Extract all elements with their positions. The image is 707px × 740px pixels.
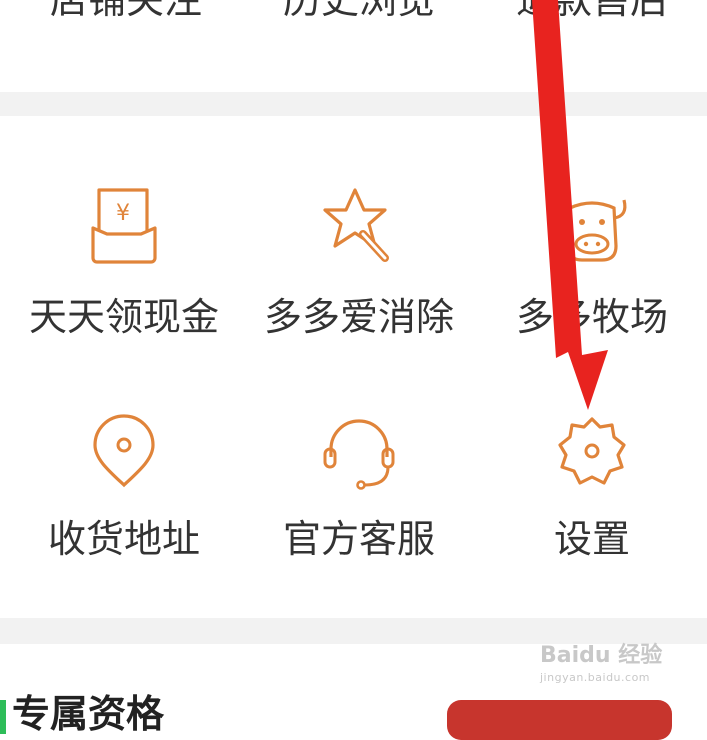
- grid-item-address[interactable]: 收货地址: [6, 391, 242, 581]
- grid-item-star-label: 多多爱消除: [263, 295, 454, 339]
- gear-icon: [558, 417, 626, 485]
- exclusive-title-text: 专属资格: [12, 692, 165, 736]
- location-pin-icon: [93, 414, 155, 488]
- refund-aftersale-item[interactable]: 退款售后: [474, 0, 707, 60]
- cow-icon: [557, 199, 627, 262]
- grid-item-cash[interactable]: ¥ 天天领现金: [6, 166, 242, 356]
- refund-aftersale-label: 退款售后: [515, 0, 668, 22]
- section-divider: [0, 92, 707, 116]
- title-accent-mark: [0, 699, 6, 734]
- history-browse-label: 历史浏览: [282, 0, 435, 22]
- watermark-brand: Baidu 经验: [540, 643, 663, 668]
- grid-item-address-label: 收货地址: [47, 517, 200, 561]
- grid-item-service-label: 官方客服: [282, 517, 435, 561]
- grid-item-service[interactable]: 官方客服: [241, 391, 477, 581]
- watermark-url: jingyan.baidu.com: [540, 671, 651, 684]
- headset-icon: [323, 419, 395, 490]
- exclusive-title: 专属资格: [0, 683, 164, 738]
- shop-follow-label: 店铺关注: [49, 0, 202, 22]
- exclusive-action-button[interactable]: [447, 700, 672, 740]
- history-browse-item[interactable]: 历史浏览: [241, 0, 477, 60]
- grid-item-settings-label: 设置: [553, 517, 630, 561]
- baidu-watermark: Baidu 经验 jingyan.baidu.com: [540, 637, 662, 684]
- grid-item-cash-label: 天天领现金: [28, 295, 219, 339]
- svg-text:¥: ¥: [116, 201, 130, 226]
- grid-item-settings[interactable]: 设置: [474, 391, 707, 581]
- grid-item-ranch[interactable]: 多多牧场: [474, 166, 707, 356]
- cash-icon: ¥: [91, 188, 157, 264]
- shop-follow-item[interactable]: 店铺关注: [8, 0, 244, 60]
- star-wand-icon: [323, 188, 389, 262]
- grid-item-ranch-label: 多多牧场: [515, 295, 668, 339]
- grid-item-star[interactable]: 多多爱消除: [241, 166, 477, 356]
- top-shortcut-row: 店铺关注 历史浏览 退款售后: [0, 0, 707, 90]
- tools-grid: ¥ 天天领现金 多多爱消除 多多牧场 收货地址 官方客服 设置: [0, 116, 707, 618]
